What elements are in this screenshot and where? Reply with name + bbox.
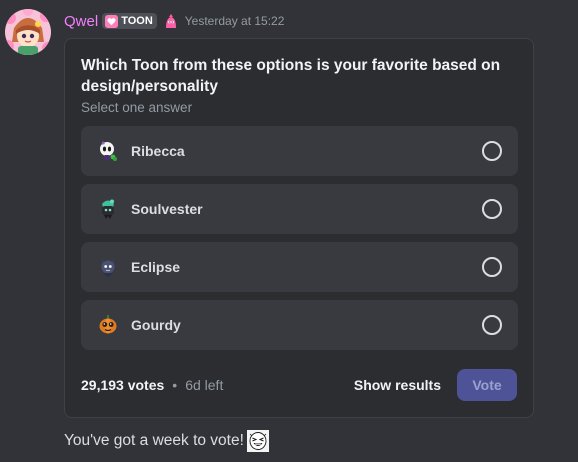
server-tag-label: TOON [121, 15, 153, 27]
poll-answer-label: Eclipse [131, 259, 181, 275]
poll-time-left: 6d left [185, 377, 224, 393]
show-results-button[interactable]: Show results [354, 377, 441, 393]
poll-answer-label: Soulvester [131, 201, 203, 217]
followup-text: You've got a week to vote! [64, 432, 244, 449]
footer-separator: • [172, 377, 178, 393]
message-timestamp[interactable]: Yesterday at 15:22 [185, 14, 285, 28]
server-tag[interactable]: TOON [102, 13, 157, 29]
chat-message: Qwel TOON Yesterday at 15:22 Which Toon … [0, 0, 578, 462]
poll-question: Which Toon from these options is your fa… [81, 57, 501, 95]
poll-answer-radio[interactable] [482, 141, 502, 161]
poll-answer-radio[interactable] [482, 199, 502, 219]
message-header: Qwel TOON Yesterday at 15:22 [64, 11, 284, 31]
eclipse-emoji [101, 258, 115, 277]
poll-footer: 29,193 votes • 6d left Show results Vote [81, 369, 517, 401]
poll-answer-radio[interactable] [482, 315, 502, 335]
poll-answers: Ribecca Soulvester Eclipse Gourdy [81, 126, 518, 358]
ribecca-emoji [100, 141, 117, 161]
poll-answer-label: Gourdy [131, 317, 181, 333]
pink-heart-icon [105, 14, 119, 28]
poll-subtitle: Select one answer [81, 100, 193, 115]
poll-card: Which Toon from these options is your fa… [64, 38, 534, 418]
poll-answer-label: Ribecca [131, 143, 185, 159]
gourdy-emoji [99, 315, 117, 334]
poll-answer-ribecca[interactable]: Ribecca [81, 126, 518, 176]
user-avatar[interactable] [4, 8, 52, 56]
poll-vote-count: 29,193 votes [81, 377, 165, 393]
username[interactable]: Qwel [64, 13, 98, 30]
vote-button[interactable]: Vote [457, 369, 517, 401]
poll-answer-gourdy[interactable]: Gourdy [81, 300, 518, 350]
laughing-face-emoji[interactable] [246, 430, 269, 452]
poll-answer-eclipse[interactable]: Eclipse [81, 242, 518, 292]
followup-message: You've got a week to vote! [64, 430, 269, 452]
poll-answer-soulvester[interactable]: Soulvester [81, 184, 518, 234]
soulvester-emoji [102, 199, 114, 219]
poll-answer-radio[interactable] [482, 257, 502, 277]
pink-toon-role-icon[interactable] [163, 13, 179, 29]
